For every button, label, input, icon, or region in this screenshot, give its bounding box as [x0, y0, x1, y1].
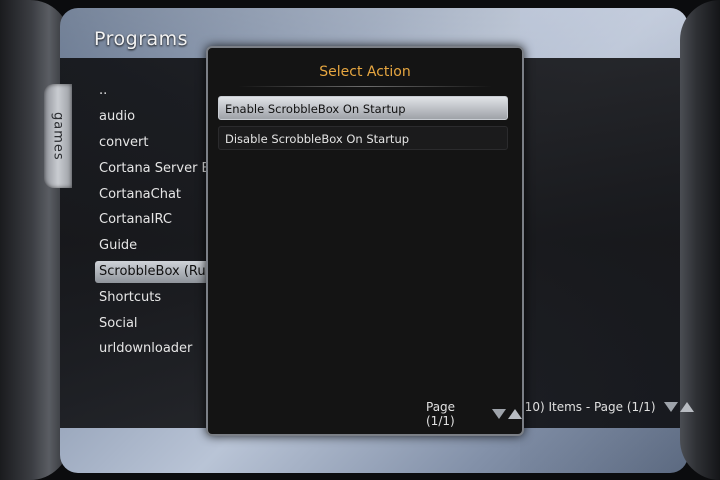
dialog-heading: Select Action: [319, 64, 411, 80]
list-item-urldownloader[interactable]: urldownloader: [95, 338, 192, 360]
list-page-info: (10) Items - Page (1/1): [520, 400, 694, 414]
disable-on-startup-option[interactable]: Disable ScrobbleBox On Startup: [218, 126, 508, 150]
list-item-audio[interactable]: audio: [95, 106, 135, 128]
page-up-arrow-icon[interactable]: [679, 402, 694, 412]
list-item-guide[interactable]: Guide: [95, 235, 137, 257]
list-item-cortanairc[interactable]: CortanaIRC: [95, 209, 172, 231]
xbmc-programs-screen: games Programs .. audio convert Cortana …: [0, 0, 720, 480]
dialog-page-text: Page (1/1): [426, 400, 456, 428]
list-item-parent[interactable]: ..: [95, 80, 107, 102]
side-tab-games[interactable]: games: [44, 84, 72, 188]
dialog-page-up-arrow-icon[interactable]: [508, 409, 522, 419]
dialog-page-info: Page (1/1): [426, 400, 522, 428]
side-tab-label: games: [50, 111, 66, 161]
items-count-text: (10) Items - Page (1/1): [520, 400, 656, 414]
list-item-social[interactable]: Social: [95, 313, 138, 335]
list-item-convert[interactable]: convert: [95, 132, 148, 154]
select-action-dialog: Select Action Enable ScrobbleBox On Star…: [206, 46, 524, 436]
heading-divider: [238, 86, 492, 87]
dialog-page-down-arrow-icon[interactable]: [492, 409, 506, 419]
page-title: Programs: [94, 28, 189, 50]
page-down-arrow-icon[interactable]: [663, 402, 678, 412]
enable-on-startup-option[interactable]: Enable ScrobbleBox On Startup: [218, 96, 508, 120]
list-item-cortanachat[interactable]: CortanaChat: [95, 184, 181, 206]
list-item-shortcuts[interactable]: Shortcuts: [95, 287, 161, 309]
